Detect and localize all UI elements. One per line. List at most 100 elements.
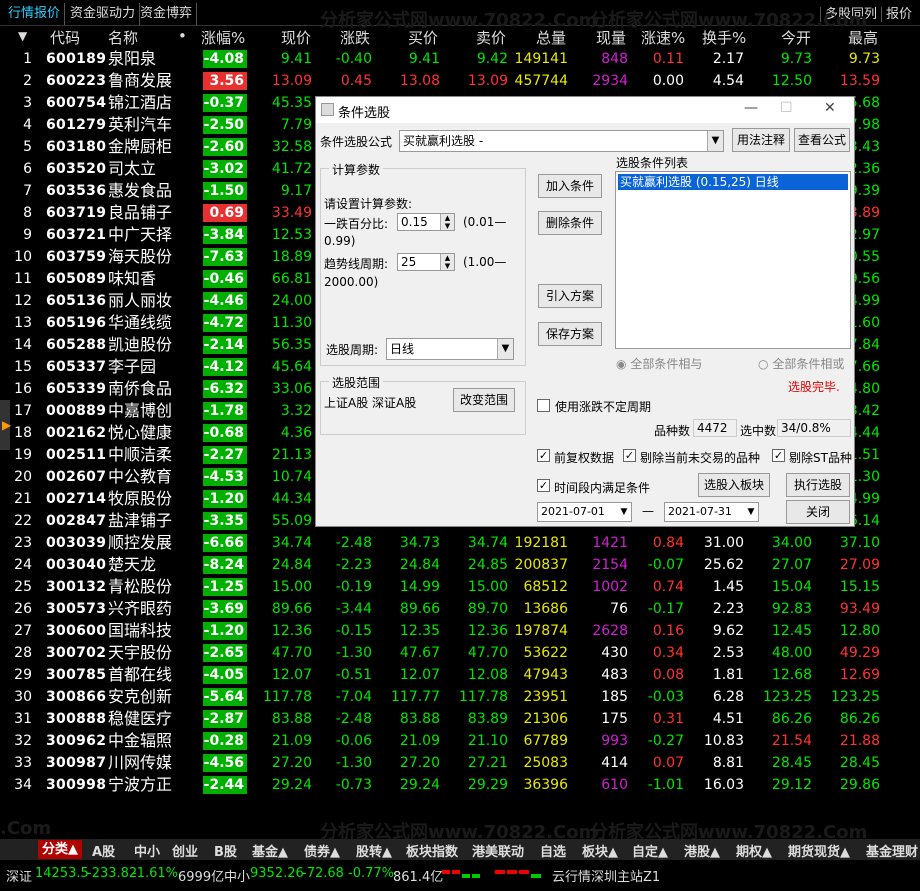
count-value: 4472 <box>693 419 737 437</box>
table-row[interactable]: 32 300962 中金辐照 -0.28 21.09 -0.06 21.09 21.10 677… <box>0 730 920 752</box>
table-row[interactable]: 34 300998 宁波方正 -2.44 29.24 -0.73 29.24 29.29 363… <box>0 774 920 796</box>
bottom-tab[interactable]: 期权▲ <box>736 841 772 860</box>
col-open[interactable]: 今开 <box>781 27 811 48</box>
bottom-tab[interactable]: 港股▲ <box>684 841 720 860</box>
pct-change: -2.65 <box>203 644 247 662</box>
spin-arrows-icon[interactable]: ▲ ▼ <box>440 254 454 270</box>
multi-stock-button[interactable]: 多股同列 <box>819 7 881 22</box>
table-row[interactable]: 28 300702 天宇股份 -2.65 47.70 -1.30 47.67 47.70 536… <box>0 642 920 664</box>
tab-quotes[interactable]: 行情报价 <box>4 3 66 25</box>
col-code[interactable]: 代码 <box>50 27 80 48</box>
tab-fund-game[interactable]: 资金博弈 <box>136 3 198 25</box>
bottom-tab[interactable]: A股 <box>92 841 115 860</box>
date-from-picker[interactable]: 2021-07-01 ▼ <box>537 502 632 522</box>
table-row[interactable]: 29 300785 首都在线 -4.05 12.07 -0.51 12.07 12.08 479… <box>0 664 920 686</box>
bottom-tab[interactable]: 创业 <box>172 841 198 860</box>
view-formula-button[interactable]: 查看公式 <box>794 128 850 152</box>
table-row[interactable]: 24 003040 楚天龙 -8.24 24.84 -2.23 24.84 24.85 2008… <box>0 554 920 576</box>
radio-or[interactable]: ○ 全部条件相或 <box>758 355 844 372</box>
bottom-tab[interactable]: 基金▲ <box>252 841 288 860</box>
side-collapse-handle[interactable]: ▶ <box>0 400 11 450</box>
condition-list-item[interactable]: 买就赢利选股 (0.15,25) 日线 <box>618 174 848 190</box>
row-number: 22 <box>14 513 32 529</box>
table-row[interactable]: 26 300573 兴齐眼药 -3.69 89.66 -3.44 89.66 89.70 136… <box>0 598 920 620</box>
spin-arrows-icon[interactable]: ▲ ▼ <box>440 214 454 230</box>
bottom-tab[interactable]: 期货现货▲ <box>788 841 850 860</box>
quote-button[interactable]: 报价 <box>880 7 916 22</box>
bottom-tab[interactable]: 港美联动 <box>472 841 524 860</box>
execute-button[interactable]: 执行选股 <box>786 473 850 497</box>
close-button[interactable]: 关闭 <box>786 500 850 524</box>
stock-name: 李子园 <box>108 357 157 376</box>
col-pct[interactable]: 涨幅% <box>201 27 245 48</box>
in-period-checkbox[interactable]: ✓ <box>537 479 550 492</box>
exclude-untraded-checkbox[interactable]: ✓ <box>623 449 636 462</box>
table-row[interactable]: 25 300132 青松股份 -1.25 15.00 -0.19 14.99 15.00 685… <box>0 576 920 598</box>
zx-value: 9352.26 <box>250 866 304 881</box>
table-row[interactable]: 23 003039 顺控发展 -6.66 34.74 -2.48 34.73 34.74 192… <box>0 532 920 554</box>
chevron-down-icon[interactable]: ▼ <box>617 503 631 521</box>
stock-name: 味知香 <box>108 269 157 288</box>
table-row[interactable]: 31 300888 稳健医疗 -2.87 83.88 -2.48 83.88 83.89 213… <box>0 708 920 730</box>
save-scheme-button[interactable]: 保存方案 <box>538 322 602 346</box>
pct-change: -5.64 <box>203 688 247 706</box>
bottom-tab[interactable]: 债券▲ <box>304 841 340 860</box>
col-name[interactable]: 名称 <box>108 27 138 48</box>
maximize-icon[interactable]: ☐ <box>780 100 793 116</box>
param2-input[interactable]: 25 ▲ ▼ <box>397 253 455 271</box>
formula-select[interactable]: 买就赢利选股 - ▼ <box>399 130 724 152</box>
change-range-button[interactable]: 改变范围 <box>453 388 515 412</box>
col-buy[interactable]: 买价 <box>408 27 438 48</box>
usage-notes-button[interactable]: 用法注释 <box>732 128 790 152</box>
col-speed[interactable]: 涨速% <box>641 27 685 48</box>
sort-down-icon[interactable]: ▼ <box>18 29 27 43</box>
col-high[interactable]: 最高 <box>848 27 878 48</box>
chevron-down-icon[interactable]: ▼ <box>744 503 758 521</box>
minimize-icon[interactable]: — <box>744 100 758 116</box>
chevron-down-icon[interactable]: ▼ <box>707 131 723 151</box>
add-condition-button[interactable]: 加入条件 <box>538 174 602 198</box>
stock-code: 002714 <box>46 491 107 507</box>
table-row[interactable]: 33 300987 川网传媒 -4.56 27.20 -1.30 27.20 27.21 250… <box>0 752 920 774</box>
bottom-tab[interactable]: B股 <box>214 841 237 860</box>
bottom-tab[interactable]: 自选 <box>540 841 566 860</box>
import-scheme-button[interactable]: 引入方案 <box>538 284 602 308</box>
col-sell[interactable]: 卖价 <box>476 27 506 48</box>
col-cur[interactable]: 现量 <box>596 27 626 48</box>
tab-fund-driver[interactable]: 资金驱动力 <box>66 3 141 25</box>
bottom-tab[interactable]: 股转▲ <box>356 841 392 860</box>
col-turnover[interactable]: 换手% <box>702 27 746 48</box>
delete-condition-button[interactable]: 删除条件 <box>538 211 602 235</box>
stock-code: 300600 <box>46 623 107 639</box>
status-text: 选股完毕. <box>788 380 840 394</box>
table-row[interactable]: 27 300600 国瑞科技 -1.20 12.36 -0.15 12.35 12.36 197… <box>0 620 920 642</box>
bottom-tab[interactable]: 自定▲ <box>632 841 668 860</box>
radio-and[interactable]: ◉ 全部条件相与 <box>616 355 702 372</box>
table-row[interactable]: 2 600223 鲁商发展 3.56 13.09 0.45 13.08 13.09 457744… <box>0 70 920 92</box>
pct-change: -4.72 <box>203 314 247 332</box>
col-change[interactable]: 涨跌 <box>340 27 370 48</box>
pre-adjust-checkbox[interactable]: ✓ <box>537 449 550 462</box>
condition-list[interactable]: 买就赢利选股 (0.15,25) 日线 <box>615 171 851 349</box>
server-name[interactable]: 云行情深圳主站Z1 <box>552 866 660 885</box>
exclude-st-checkbox[interactable]: ✓ <box>772 449 785 462</box>
stock-code: 300888 <box>46 711 107 727</box>
stock-code: 300132 <box>46 579 107 595</box>
col-vol[interactable]: 总量 <box>536 27 566 48</box>
bottom-tab[interactable]: 基金理财 <box>866 841 918 860</box>
col-price[interactable]: 现价 <box>281 27 311 48</box>
table-row[interactable]: 1 600189 泉阳泉 -4.08 9.41 -0.40 9.41 9.42 149141 84… <box>0 48 920 70</box>
unfixed-period-checkbox[interactable] <box>537 399 550 412</box>
param1-input[interactable]: 0.15 ▲ ▼ <box>397 213 455 231</box>
bottom-tab[interactable]: 分类▲ <box>38 840 82 859</box>
date-to-picker[interactable]: 2021-07-31 ▼ <box>664 502 759 522</box>
table-row[interactable]: 30 300866 安克创新 -5.64 117.78 -7.04 117.77 117.78… <box>0 686 920 708</box>
close-icon[interactable]: ✕ <box>824 100 836 116</box>
chevron-down-icon[interactable]: ▼ <box>497 339 513 359</box>
bottom-tab[interactable]: 中小 <box>134 841 160 860</box>
bottom-tab[interactable]: 板块指数 <box>406 841 458 860</box>
add-to-block-button[interactable]: 选股入板块 <box>698 473 770 497</box>
period-select[interactable]: 日线 ▼ <box>386 338 514 360</box>
dialog-titlebar[interactable]: 条件选股 — ☐ ✕ <box>316 97 854 123</box>
bottom-tab[interactable]: 板块▲ <box>582 841 618 860</box>
